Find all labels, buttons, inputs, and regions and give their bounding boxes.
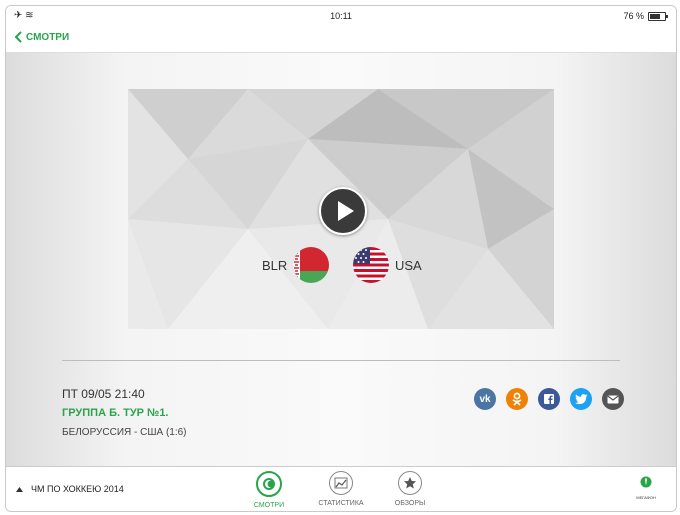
twitter-icon[interactable]: [570, 388, 592, 410]
status-bar: ✈ ≋ 10:11 76 %: [6, 6, 676, 26]
belarus-flag-icon: [293, 247, 330, 283]
odnoklassniki-icon[interactable]: [506, 388, 528, 410]
vk-icon[interactable]: vk: [474, 388, 496, 410]
social-share-bar: vk: [474, 388, 624, 410]
megafon-logo-icon: [640, 476, 652, 488]
video-player[interactable]: BLR USA: [128, 89, 554, 329]
main-content: BLR USA ПТ 09/05 21:40 ГРУППА Б. ТУР №1.…: [6, 53, 676, 466]
bottom-tab-bar: ЧМ ПО ХОККЕЮ 2014 СМОТРИ СТАТИСТИКА ОБЗО…: [6, 466, 676, 511]
back-button[interactable]: СМОТРИ: [14, 31, 69, 43]
tab-reviews[interactable]: ОБЗОРЫ: [380, 471, 440, 507]
match-date: ПТ 09/05 21:40: [62, 387, 145, 401]
partner-label: МЕГАФОН: [636, 495, 656, 500]
play-icon: [338, 201, 354, 221]
play-button[interactable]: [319, 187, 367, 235]
battery-status: 76 %: [623, 11, 668, 21]
watch-icon: [256, 471, 282, 497]
team-home-code: BLR: [262, 257, 288, 273]
tab-smotri-label: СМОТРИ: [253, 502, 285, 509]
tab-reviews-label: ОБЗОРЫ: [394, 500, 426, 507]
nav-bar: СМОТРИ: [6, 26, 676, 53]
chevron-left-icon: [14, 31, 22, 43]
battery-percent: 76 %: [623, 11, 644, 21]
status-time: 10:11: [330, 11, 352, 21]
match-result: БЕЛОРУССИЯ - США (1:6): [62, 427, 187, 438]
team-home: BLR: [262, 247, 330, 283]
team-away: USA: [353, 247, 422, 283]
team-away-code: USA: [395, 257, 422, 273]
statistics-icon: [329, 471, 353, 495]
caret-up-icon: [16, 486, 23, 492]
tab-smotri[interactable]: СМОТРИ: [239, 471, 299, 509]
league-label: ЧМ ПО ХОККЕЮ 2014: [31, 484, 124, 494]
star-icon: [398, 471, 422, 495]
league-selector[interactable]: ЧМ ПО ХОККЕЮ 2014: [16, 484, 124, 494]
email-icon[interactable]: [602, 388, 624, 410]
tab-statistics-label: СТАТИСТИКА: [318, 500, 364, 507]
match-group: ГРУППА Б. ТУР №1.: [62, 407, 169, 419]
tab-statistics[interactable]: СТАТИСТИКА: [311, 471, 371, 507]
usa-flag-icon: [353, 247, 389, 283]
battery-icon: [648, 11, 668, 21]
megafon-logo: МЕГАФОН: [626, 475, 666, 500]
device-frame: ✈ ≋ 10:11 76 % СМОТРИ BLR USA ПТ 09/05 2…: [5, 5, 677, 512]
back-label: СМОТРИ: [26, 31, 70, 43]
facebook-icon[interactable]: [538, 388, 560, 410]
divider: [62, 360, 620, 361]
